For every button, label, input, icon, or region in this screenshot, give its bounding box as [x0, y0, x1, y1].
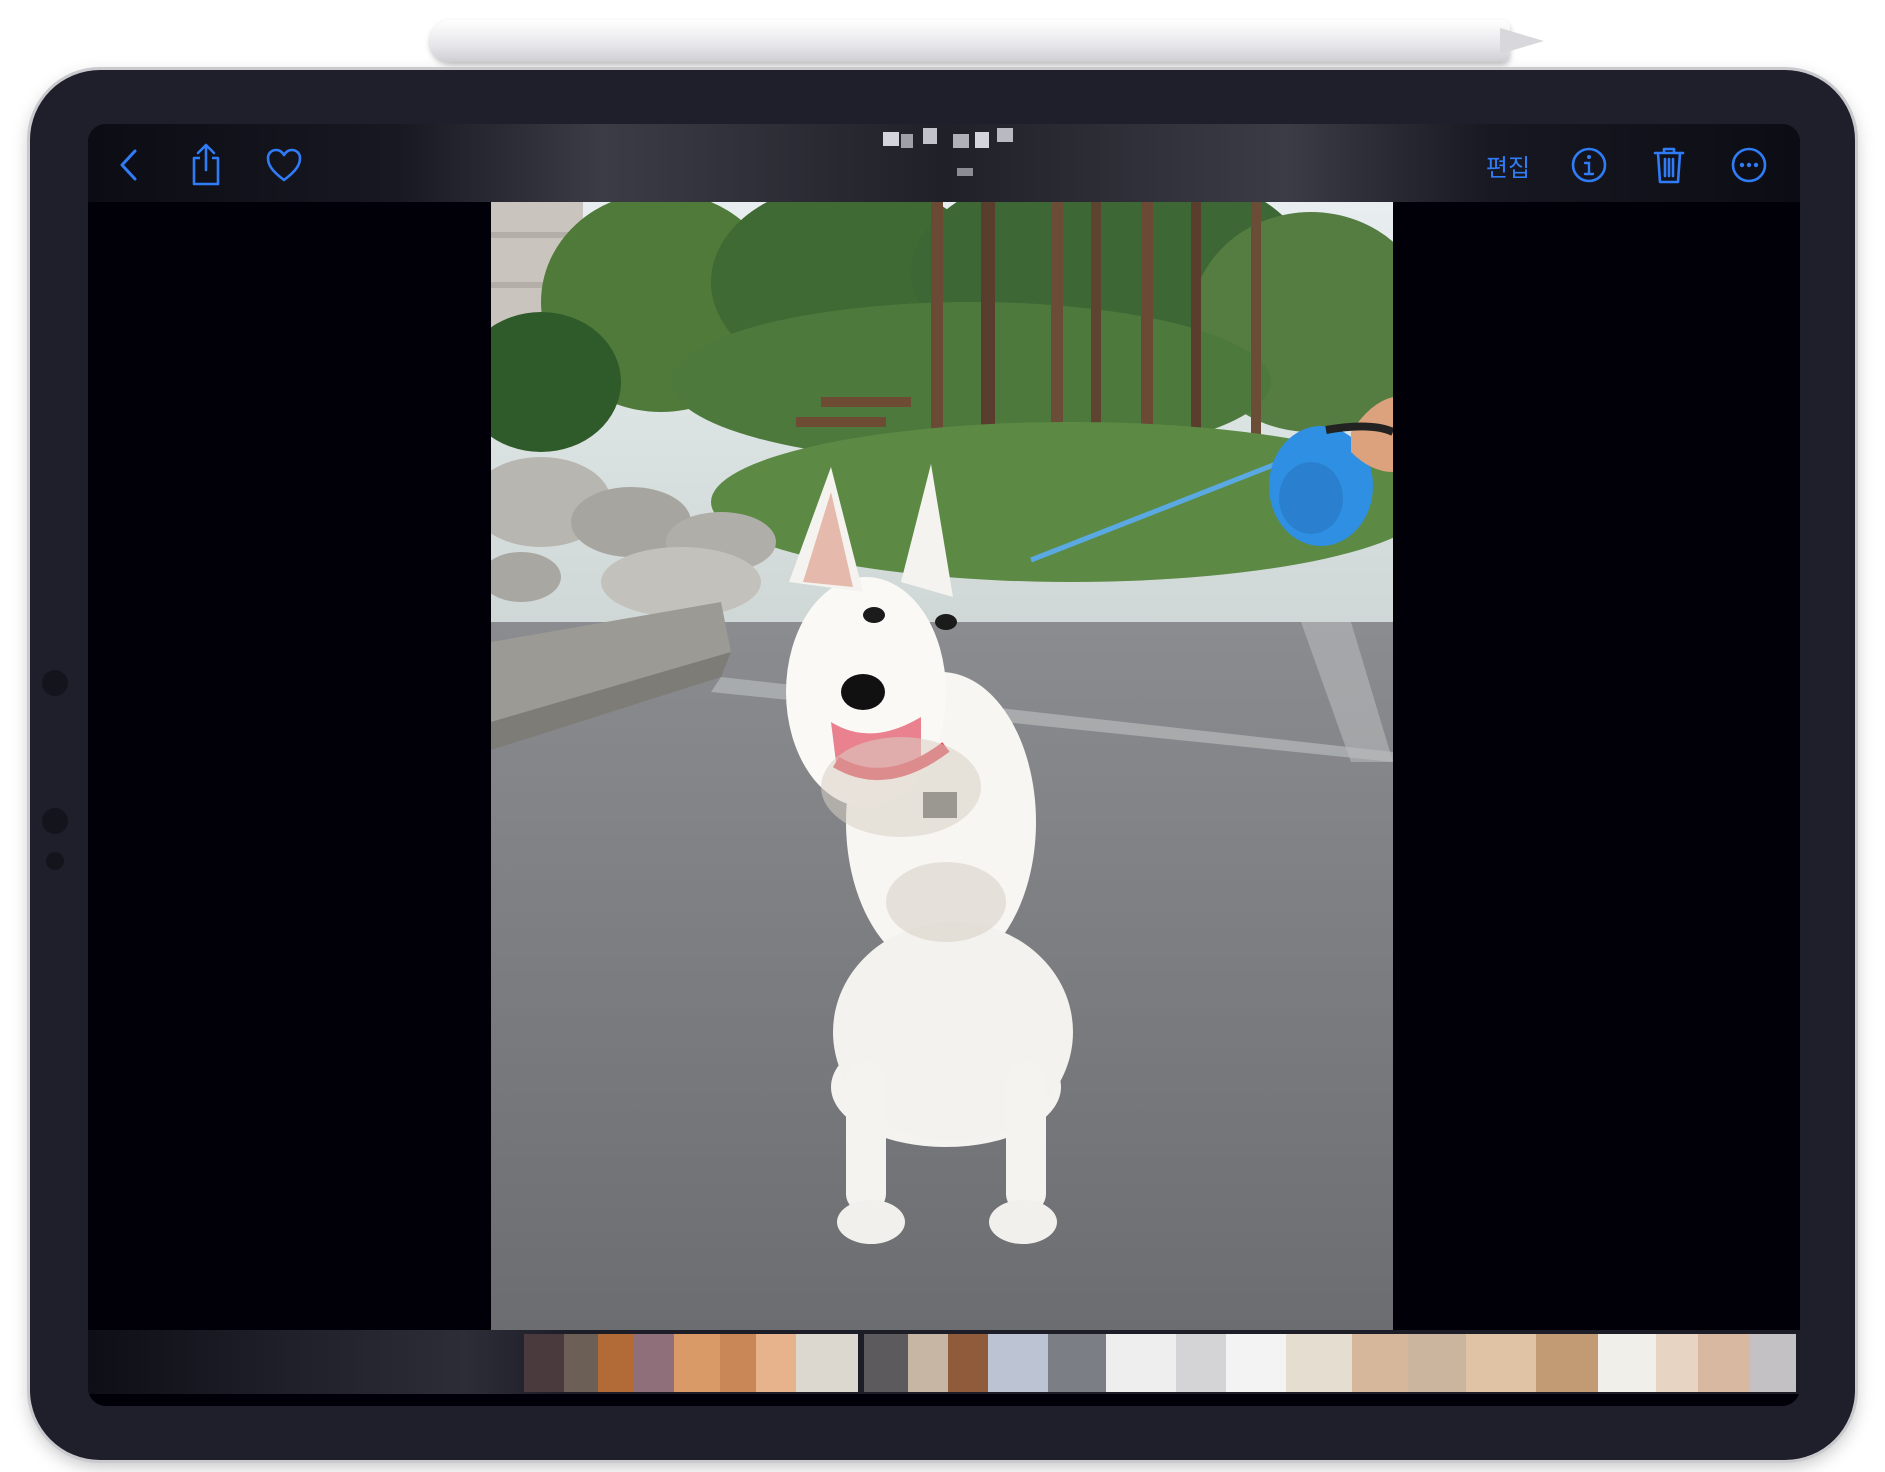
side-button — [46, 852, 64, 870]
thumbnail[interactable] — [988, 1334, 1048, 1392]
top-toolbar: 편집 — [88, 124, 1800, 202]
favorite-button[interactable] — [259, 140, 309, 190]
thumbnail[interactable] — [796, 1334, 858, 1392]
photos-app-screen: 편집 — [88, 124, 1800, 1406]
apple-pencil-tip — [1500, 28, 1544, 54]
thumbnail[interactable] — [720, 1334, 756, 1392]
apple-pencil — [430, 20, 1510, 62]
thumbnail[interactable] — [1226, 1334, 1286, 1392]
thumbnail[interactable] — [1286, 1334, 1352, 1392]
thumbnail[interactable] — [1352, 1334, 1408, 1392]
side-button — [42, 670, 68, 696]
photo-title-blurred — [883, 128, 1033, 188]
thumbnail[interactable] — [1656, 1334, 1698, 1392]
thumbnail[interactable] — [1408, 1334, 1466, 1392]
thumbnail[interactable] — [864, 1334, 908, 1392]
share-button[interactable] — [181, 140, 231, 190]
thumbnail-strip[interactable] — [88, 1330, 1800, 1394]
thumbnail[interactable] — [524, 1334, 564, 1392]
thumbnail[interactable] — [674, 1334, 720, 1392]
thumbnail[interactable] — [1536, 1334, 1598, 1392]
ellipsis-circle-icon — [1731, 147, 1767, 183]
side-button — [42, 808, 68, 834]
thumbnail[interactable] — [634, 1334, 674, 1392]
dog-photo[interactable] — [491, 202, 1393, 1330]
edit-button[interactable]: 편집 — [1478, 142, 1538, 188]
thumbnail[interactable] — [1466, 1334, 1536, 1392]
delete-button[interactable] — [1644, 140, 1694, 190]
thumbnail[interactable] — [598, 1334, 634, 1392]
info-icon — [1571, 147, 1607, 183]
thumbnail[interactable] — [1176, 1334, 1226, 1392]
thumbnail[interactable] — [948, 1334, 988, 1392]
dog-photo-illustration — [491, 202, 1393, 1330]
trash-icon — [1653, 147, 1685, 184]
thumbnail[interactable] — [564, 1334, 598, 1392]
thumbnail[interactable] — [1598, 1334, 1656, 1392]
more-button[interactable] — [1724, 140, 1774, 190]
back-button[interactable] — [105, 140, 155, 190]
heart-icon — [266, 148, 302, 182]
thumbnail[interactable] — [756, 1334, 796, 1392]
thumbnail[interactable] — [1750, 1334, 1796, 1392]
info-button[interactable] — [1564, 140, 1614, 190]
thumbnail[interactable] — [1048, 1334, 1106, 1392]
share-icon — [192, 143, 220, 186]
chevron-left-icon — [120, 149, 137, 181]
thumbnail[interactable] — [1106, 1334, 1176, 1392]
thumbnail[interactable] — [1698, 1334, 1750, 1392]
thumbnail[interactable] — [908, 1334, 948, 1392]
